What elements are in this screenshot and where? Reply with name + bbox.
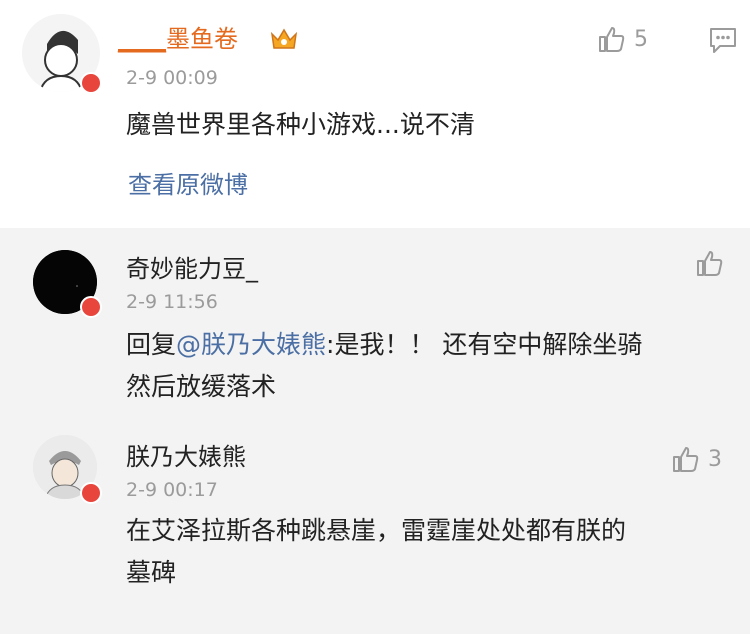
verified-badge — [80, 482, 102, 504]
reply-prefix: 回复 — [126, 330, 177, 359]
reply-like-count: 3 — [708, 446, 722, 472]
post-time: 2-9 00:09 — [126, 67, 218, 89]
post-author-name[interactable]: ____墨鱼卷 — [118, 24, 238, 54]
mention-link[interactable]: @朕乃大婊熊 — [176, 330, 326, 359]
reply-author-name[interactable]: 朕乃大婊熊 — [126, 442, 246, 472]
comment-icon[interactable] — [708, 26, 738, 58]
post-like-button[interactable]: 5 — [596, 24, 648, 54]
reply-text-line1: 在艾泽拉斯各种跳悬崖，雷霆崖处处都有朕的 — [126, 516, 627, 545]
reply-like-button[interactable] — [694, 248, 732, 278]
reply-author-name[interactable]: 奇妙能力豆_ — [126, 254, 258, 284]
weibo-post: ____墨鱼卷 2-9 00:09 5 魔兽世界里各种小游戏...说不清 查看原… — [0, 0, 750, 228]
verified-badge — [80, 296, 102, 318]
post-like-count: 5 — [634, 26, 648, 52]
reply-time: 2-9 00:17 — [126, 479, 218, 501]
reply-text: 在艾泽拉斯各种跳悬崖，雷霆崖处处都有朕的 墓碑 — [126, 510, 726, 594]
reply-text-line1: :是我！！ 还有空中解除坐骑 — [326, 330, 643, 359]
reply-time: 2-9 11:56 — [126, 291, 218, 313]
reply-text: 回复@朕乃大婊熊:是我！！ 还有空中解除坐骑 然后放缓落术 — [126, 324, 726, 408]
reply-text-line2: 然后放缓落术 — [126, 372, 277, 401]
thumbs-up-icon — [599, 27, 625, 52]
verified-badge — [80, 72, 102, 94]
thumbs-up-icon — [673, 447, 699, 472]
post-text: 魔兽世界里各种小游戏...说不清 — [126, 110, 475, 139]
view-original-link[interactable]: 查看原微博 — [128, 170, 248, 200]
reply-like-button[interactable]: 3 — [670, 444, 722, 474]
reply-text-line2: 墓碑 — [126, 558, 177, 587]
post-author-prefix: ____ — [118, 25, 166, 53]
reply-list: 奇妙能力豆_ 2-9 11:56 回复@朕乃大婊熊:是我！！ 还有空中解除坐骑 … — [0, 228, 750, 634]
crown-vip-icon — [270, 26, 298, 56]
thumbs-up-icon — [697, 251, 723, 276]
post-author-name-text: 墨鱼卷 — [166, 25, 238, 53]
